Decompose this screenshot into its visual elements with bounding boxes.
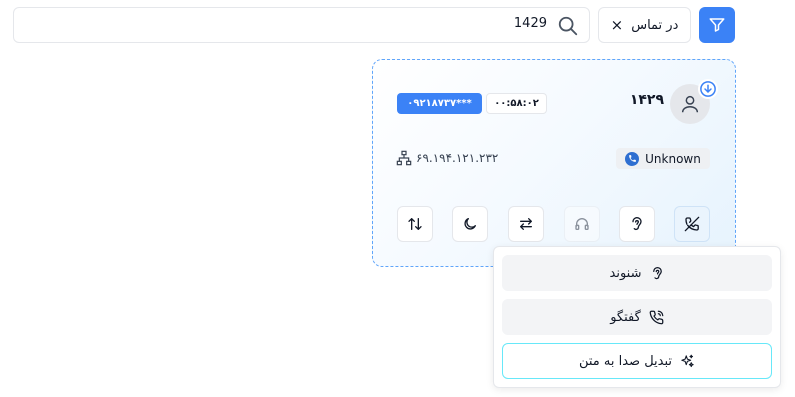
close-icon[interactable]: × <box>611 17 624 33</box>
status-filter-chip[interactable]: در تماس × <box>598 7 691 43</box>
phone-icon <box>625 151 640 166</box>
swap-vertical-icon <box>408 218 422 230</box>
caller-badge: Unknown <box>616 148 710 169</box>
status-filter-label: در تماس <box>631 17 679 33</box>
headset-button[interactable] <box>564 206 600 242</box>
menu-item-label: شنوند <box>609 265 642 281</box>
menu-item-label: گفتگو <box>610 309 641 325</box>
phone-call-icon <box>649 310 664 324</box>
transfer-button[interactable] <box>508 206 544 242</box>
ip-info: ۶۹.۱۹۴.۱۲۱.۲۳۲ <box>396 148 498 168</box>
search-icon <box>558 16 578 36</box>
download-circle-icon <box>700 81 716 97</box>
funnel-icon <box>709 18 725 32</box>
swap-button[interactable] <box>397 206 433 242</box>
search-value[interactable]: 1429 <box>514 16 547 31</box>
user-icon <box>681 95 699 113</box>
search-input[interactable]: 1429 <box>13 7 590 43</box>
call-duration: ۰۰:۵۸:۰۲ <box>486 93 547 114</box>
download-button[interactable] <box>698 79 718 99</box>
ear-icon <box>652 266 662 279</box>
menu-item-label: تبدیل صدا به متن <box>578 353 673 369</box>
menu-item-speech-to-text[interactable]: تبدیل صدا به متن <box>502 343 772 379</box>
menu-item-conversation[interactable]: گفتگو <box>502 299 772 335</box>
headset-icon <box>575 218 589 230</box>
ip-address: ۶۹.۱۹۴.۱۲۱.۲۳۲ <box>416 151 499 165</box>
ear-icon <box>632 217 642 231</box>
moon-icon <box>464 218 476 230</box>
caller-name: Unknown <box>645 151 701 166</box>
transfer-icon <box>520 218 532 230</box>
filter-button[interactable] <box>699 7 735 43</box>
hangup-button[interactable] <box>674 206 710 242</box>
listen-button[interactable] <box>619 206 655 242</box>
hold-button[interactable] <box>452 206 488 242</box>
network-icon <box>396 150 412 166</box>
phone-off-icon <box>684 216 700 232</box>
extension-number: ۱۴۲۹ <box>629 92 664 108</box>
sparkles-icon <box>681 354 694 367</box>
menu-item-listen[interactable]: شنوند <box>502 255 772 291</box>
phone-number-badge: ۰۹۲۱۸۷۳۷*** <box>397 93 482 114</box>
